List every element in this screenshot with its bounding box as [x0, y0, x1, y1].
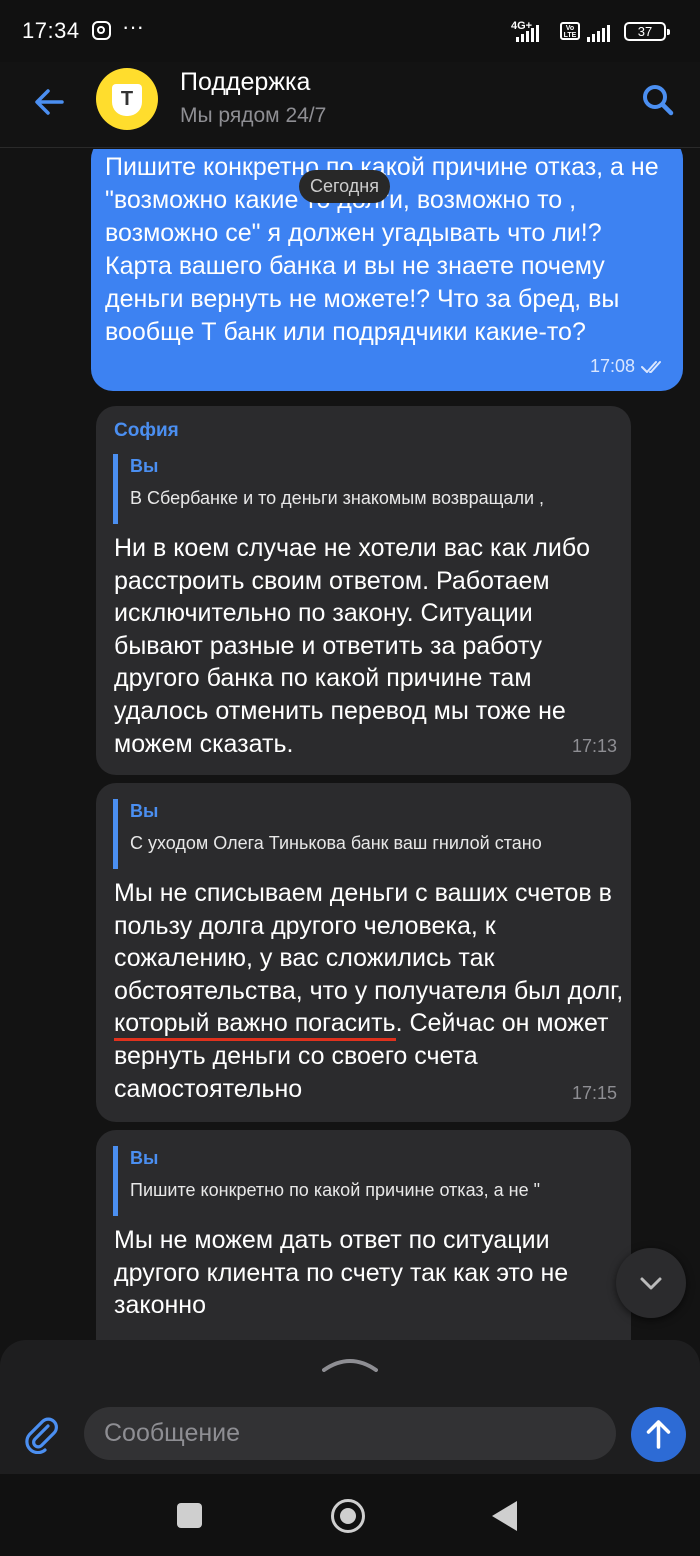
- quote-author: Вы: [130, 1148, 159, 1168]
- back-button[interactable]: [28, 80, 72, 124]
- search-icon: [643, 85, 674, 116]
- reply-quote[interactable]: Вы С уходом Олега Тинькова банк ваш гнил…: [113, 799, 616, 869]
- quote-text: С уходом Олега Тинькова банк ваш гнилой …: [130, 833, 542, 853]
- quote-author: Вы: [130, 801, 159, 821]
- quote-text: Пишите конкретно по какой причине отказ,…: [130, 1180, 540, 1200]
- reply-quote[interactable]: Вы Пишите конкретно по какой причине отк…: [113, 1146, 616, 1216]
- message-text: Мы не можем дать ответ по ситуации друго…: [114, 1226, 569, 1320]
- home-button[interactable]: [331, 1499, 365, 1533]
- quote-author: Вы: [130, 456, 159, 476]
- double-check-icon: [641, 360, 661, 373]
- quote-text: В Сбербанке и то деньги знакомым возвращ…: [130, 488, 544, 508]
- message-time: 17:13: [571, 736, 617, 756]
- chat-header: T Поддержка Мы рядом 24/7: [0, 62, 700, 148]
- signal-icon-2: [587, 24, 610, 42]
- reply-quote[interactable]: Вы В Сбербанке и то деньги знакомым возв…: [113, 454, 616, 524]
- scroll-down-button[interactable]: [616, 1248, 686, 1318]
- status-bar: 17:34 ··· 4G+ Vo LTE 37: [0, 0, 700, 62]
- avatar[interactable]: T: [96, 68, 158, 130]
- chat-title[interactable]: Поддержка: [180, 68, 310, 97]
- incoming-message[interactable]: Вы Пишите конкретно по какой причине отк…: [96, 1130, 631, 1340]
- attach-button[interactable]: [22, 1414, 62, 1455]
- system-navigation-bar: [0, 1474, 700, 1556]
- message-list[interactable]: Пишите конкретно по какой причине отказ,…: [0, 149, 700, 1340]
- signal-icon: [516, 24, 539, 42]
- message-text: Ни в коем случае не хотели вас как либо …: [114, 534, 591, 758]
- incoming-message[interactable]: Вы С уходом Олега Тинькова банк ваш гнил…: [96, 783, 631, 1122]
- instagram-icon: [92, 21, 111, 40]
- message-meta: 17:08: [590, 356, 667, 377]
- sender-name: София: [114, 420, 179, 441]
- chat-subtitle: Мы рядом 24/7: [180, 104, 327, 127]
- message-time: 17:15: [571, 1083, 617, 1103]
- highlighted-phrase: который важно погасить: [114, 1009, 396, 1042]
- incoming-message[interactable]: София Вы В Сбербанке и то деньги знакомы…: [96, 406, 631, 775]
- message-time: 17:08: [589, 356, 635, 376]
- more-notifications-icon: ···: [122, 14, 144, 39]
- send-button[interactable]: [631, 1407, 686, 1462]
- date-separator: Сегодня: [299, 170, 390, 203]
- chevron-down-icon: [640, 1277, 662, 1290]
- system-back-button[interactable]: [492, 1501, 517, 1531]
- composer-panel: [0, 1340, 700, 1474]
- expand-handle-icon[interactable]: [322, 1356, 378, 1372]
- search-button[interactable]: [638, 80, 678, 120]
- recents-button[interactable]: [177, 1503, 202, 1528]
- volte-icon: Vo LTE: [560, 22, 580, 40]
- tbank-shield-icon: T: [112, 84, 142, 116]
- arrow-up-icon: [646, 1420, 671, 1449]
- status-time: 17:34: [22, 18, 80, 43]
- paperclip-icon: [25, 1417, 58, 1455]
- arrow-left-icon: [35, 89, 64, 115]
- message-text: Мы не списываем деньги с ваших сче­тов в…: [114, 879, 624, 1103]
- battery-icon: 37: [624, 22, 670, 41]
- message-input[interactable]: [84, 1407, 616, 1460]
